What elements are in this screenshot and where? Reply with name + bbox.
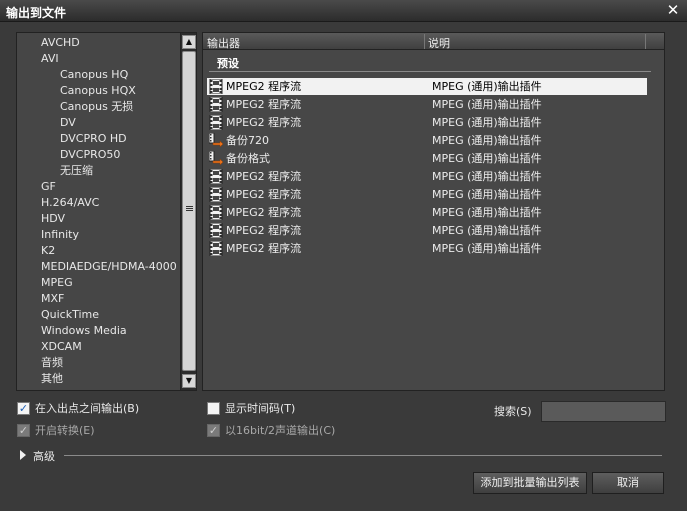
list-item[interactable]: MPEG2 程序流 MPEG (通用)输出插件 [207,204,647,221]
group-divider [209,71,651,72]
column-header-description[interactable]: 说明 [428,35,450,51]
tree-item[interactable]: DVCPRO HD [60,131,127,147]
tree-item[interactable]: Canopus HQ [60,67,128,83]
format-tree-list: AVCHD AVI Canopus HQ Canopus HQX Canopus 无损 D… [17,33,180,390]
scroll-up-icon[interactable]: ▲ [182,35,196,49]
exporter-description: MPEG (通用)输出插件 [432,206,542,219]
scroll-down-icon[interactable]: ▼ [182,374,196,388]
checkbox-box: ✓ [207,424,220,437]
grip-icon [186,206,193,207]
advanced-label: 高级 [33,450,55,463]
tree-item[interactable]: DVCPRO50 [60,147,120,163]
exporter-name: MPEG2 程序流 [226,98,302,111]
add-to-batch-button[interactable]: 添加到批量输出列表 [473,472,587,494]
film-icon [209,78,223,95]
list-item[interactable]: MPEG2 程序流 MPEG (通用)输出插件 [207,78,647,95]
exporter-name: MPEG2 程序流 [226,224,302,237]
exporter-description: MPEG (通用)输出插件 [432,152,542,165]
film-icon [209,168,223,185]
tree-item[interactable]: Infinity [41,227,79,243]
column-divider[interactable] [424,34,425,49]
tree-item[interactable]: MEDIAEDGE/HDMA-4000 [41,259,177,275]
exporter-description: MPEG (通用)输出插件 [432,170,542,183]
list-item[interactable]: MPEG2 程序流 MPEG (通用)输出插件 [207,168,647,185]
tree-item[interactable]: AVI [41,51,59,67]
window-title: 输出到文件 [6,6,67,20]
film-icon [209,222,223,239]
film-icon [209,186,223,203]
exporter-description: MPEG (通用)输出插件 [432,134,542,147]
tree-item[interactable]: DV [60,115,76,131]
list-header: 输出器 说明 [203,33,664,50]
exporter-name: 备份720 [226,134,269,147]
tree-item[interactable]: H.264/AVC [41,195,99,211]
list-item[interactable]: MPEG2 程序流 MPEG (通用)输出插件 [207,114,647,131]
film-export-icon [208,132,224,148]
tree-item[interactable]: XDCAM [41,339,82,355]
tree-item[interactable]: 无压缩 [60,163,93,179]
film-icon [209,240,223,257]
exporter-name: MPEG2 程序流 [226,242,302,255]
film-export-icon [208,150,224,166]
list-item[interactable]: MPEG2 程序流 MPEG (通用)输出插件 [207,240,647,257]
list-item[interactable]: 备份格式 MPEG (通用)输出插件 [207,150,647,167]
format-tree: AVCHD AVI Canopus HQ Canopus HQX Canopus 无损 D… [16,32,197,391]
search-label: 搜索(S) [494,405,532,418]
exporter-name: MPEG2 程序流 [226,80,302,93]
timecode-label: 显示时间码(T) [225,402,296,415]
column-header-exporter[interactable]: 输出器 [207,35,240,51]
group-label-presets: 预设 [217,57,239,70]
exporter-description: MPEG (通用)输出插件 [432,188,542,201]
advanced-divider [64,455,662,456]
exporter-name: MPEG2 程序流 [226,188,302,201]
film-icon [209,204,223,221]
tree-item[interactable]: Canopus 无损 [60,99,133,115]
exporter-name: 备份格式 [226,152,270,165]
exporter-description: MPEG (通用)输出插件 [432,98,542,111]
expand-arrow-icon[interactable] [20,450,26,460]
tree-item[interactable]: K2 [41,243,55,259]
checkbox-box[interactable] [207,402,220,415]
column-divider[interactable] [645,34,646,49]
tree-item[interactable]: QuickTime [41,307,99,323]
exporter-description: MPEG (通用)输出插件 [432,80,542,93]
film-icon [209,114,223,131]
bit16-label: 以16bit/2声道输出(C) [225,424,336,437]
exporter-list: 输出器 说明 预设 MPEG2 程序流 MPEG (通用)输出插件 MPEG2 程序… [202,32,665,391]
list-item[interactable]: 备份720 MPEG (通用)输出插件 [207,132,647,149]
tree-item[interactable]: MXF [41,291,64,307]
exporter-description: MPEG (通用)输出插件 [432,242,542,255]
cancel-button[interactable]: 取消 [592,472,664,494]
film-icon [209,96,223,113]
checkbox-box[interactable]: ✓ [17,402,30,415]
tree-item[interactable]: AVCHD [41,35,80,51]
scroll-thumb[interactable] [182,51,196,371]
checkbox-box: ✓ [17,424,30,437]
tree-item[interactable]: 音频 [41,355,63,371]
exporter-description: MPEG (通用)输出插件 [432,224,542,237]
tree-item[interactable]: MPEG [41,275,73,291]
tree-item[interactable]: Windows Media [41,323,127,339]
exporter-description: MPEG (通用)输出插件 [432,116,542,129]
convert-label: 开启转换(E) [35,424,95,437]
exporter-name: MPEG2 程序流 [226,170,302,183]
tree-item[interactable]: Canopus HQX [60,83,136,99]
tree-item[interactable]: GF [41,179,56,195]
tree-item[interactable]: 其他 [41,371,63,387]
in-out-label: 在入出点之间输出(B) [35,402,140,415]
tree-scrollbar[interactable]: ▲ ▼ [180,33,196,390]
close-icon[interactable]: ✕ [665,2,681,18]
exporter-name: MPEG2 程序流 [226,206,302,219]
list-item[interactable]: MPEG2 程序流 MPEG (通用)输出插件 [207,186,647,203]
exporter-name: MPEG2 程序流 [226,116,302,129]
search-input[interactable] [541,401,666,422]
list-item[interactable]: MPEG2 程序流 MPEG (通用)输出插件 [207,222,647,239]
title-bar: 输出到文件 ✕ [0,0,687,22]
tree-item[interactable]: HDV [41,211,65,227]
list-item[interactable]: MPEG2 程序流 MPEG (通用)输出插件 [207,96,647,113]
